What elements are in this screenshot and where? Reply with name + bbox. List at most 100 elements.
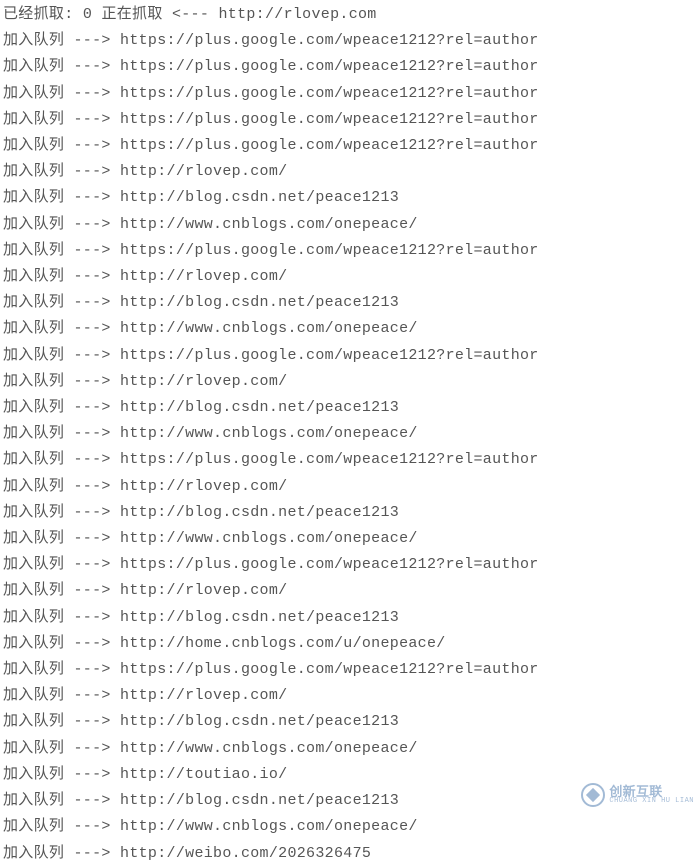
queue-label: 加入队列 ---> — [3, 268, 111, 285]
queue-line: 加入队列 ---> http://blog.csdn.net/peace1213 — [3, 290, 700, 316]
queue-line: 加入队列 ---> http://rlovep.com/ — [3, 474, 700, 500]
queue-url: http://www.cnblogs.com/onepeace/ — [120, 216, 418, 233]
queue-label: 加入队列 ---> — [3, 792, 111, 809]
queue-url: http://weibo.com/2026326475 — [120, 845, 371, 862]
crawling-label: 正在抓取 <--- — [101, 6, 209, 23]
queue-url: http://rlovep.com/ — [120, 163, 287, 180]
queue-line: 加入队列 ---> http://rlovep.com/ — [3, 369, 700, 395]
queue-list: 加入队列 ---> https://plus.google.com/wpeace… — [3, 28, 700, 867]
queue-label: 加入队列 ---> — [3, 399, 111, 416]
queue-label: 加入队列 ---> — [3, 661, 111, 678]
queue-line: 加入队列 ---> http://blog.csdn.net/peace1213 — [3, 709, 700, 735]
queue-label: 加入队列 ---> — [3, 320, 111, 337]
queue-url: http://blog.csdn.net/peace1213 — [120, 504, 399, 521]
queue-line: 加入队列 ---> http://www.cnblogs.com/onepeac… — [3, 212, 700, 238]
queue-line: 加入队列 ---> http://www.cnblogs.com/onepeac… — [3, 736, 700, 762]
queue-label: 加入队列 ---> — [3, 609, 111, 626]
queue-url: http://rlovep.com/ — [120, 268, 287, 285]
queue-label: 加入队列 ---> — [3, 32, 111, 49]
queue-label: 加入队列 ---> — [3, 58, 111, 75]
queue-label: 加入队列 ---> — [3, 845, 111, 862]
queue-url: http://toutiao.io/ — [120, 766, 287, 783]
queue-label: 加入队列 ---> — [3, 111, 111, 128]
queue-label: 加入队列 ---> — [3, 347, 111, 364]
queue-url: http://rlovep.com/ — [120, 687, 287, 704]
queue-url: https://plus.google.com/wpeace1212?rel=a… — [120, 111, 539, 128]
queue-label: 加入队列 ---> — [3, 242, 111, 259]
queue-line: 加入队列 ---> https://plus.google.com/wpeace… — [3, 552, 700, 578]
queue-label: 加入队列 ---> — [3, 163, 111, 180]
queue-line: 加入队列 ---> https://plus.google.com/wpeace… — [3, 28, 700, 54]
crawling-url: http://rlovep.com — [218, 6, 376, 23]
queue-line: 加入队列 ---> http://rlovep.com/ — [3, 578, 700, 604]
queue-line: 加入队列 ---> http://toutiao.io/ — [3, 762, 700, 788]
queue-label: 加入队列 ---> — [3, 189, 111, 206]
queue-line: 加入队列 ---> https://plus.google.com/wpeace… — [3, 133, 700, 159]
queue-label: 加入队列 ---> — [3, 687, 111, 704]
queue-url: https://plus.google.com/wpeace1212?rel=a… — [120, 347, 539, 364]
queue-label: 加入队列 ---> — [3, 137, 111, 154]
queue-url: http://rlovep.com/ — [120, 582, 287, 599]
queue-label: 加入队列 ---> — [3, 818, 111, 835]
queue-url: https://plus.google.com/wpeace1212?rel=a… — [120, 242, 539, 259]
queue-label: 加入队列 ---> — [3, 373, 111, 390]
queue-line: 加入队列 ---> http://home.cnblogs.com/u/onep… — [3, 631, 700, 657]
queue-url: http://www.cnblogs.com/onepeace/ — [120, 320, 418, 337]
queue-label: 加入队列 ---> — [3, 216, 111, 233]
queue-line: 加入队列 ---> https://plus.google.com/wpeace… — [3, 343, 700, 369]
crawl-status-header: 已经抓取: 0 正在抓取 <--- http://rlovep.com — [3, 2, 700, 28]
queue-url: https://plus.google.com/wpeace1212?rel=a… — [120, 137, 539, 154]
queue-url: http://www.cnblogs.com/onepeace/ — [120, 818, 418, 835]
queue-line: 加入队列 ---> http://rlovep.com/ — [3, 159, 700, 185]
queue-line: 加入队列 ---> http://weibo.com/2026326475 — [3, 841, 700, 867]
queue-line: 加入队列 ---> http://www.cnblogs.com/onepeac… — [3, 526, 700, 552]
queue-label: 加入队列 ---> — [3, 478, 111, 495]
queue-url: https://plus.google.com/wpeace1212?rel=a… — [120, 451, 539, 468]
crawled-count: 0 — [83, 6, 92, 23]
queue-line: 加入队列 ---> https://plus.google.com/wpeace… — [3, 81, 700, 107]
queue-line: 加入队列 ---> http://blog.csdn.net/peace1213 — [3, 395, 700, 421]
queue-line: 加入队列 ---> http://www.cnblogs.com/onepeac… — [3, 814, 700, 840]
queue-line: 加入队列 ---> http://rlovep.com/ — [3, 264, 700, 290]
queue-url: http://blog.csdn.net/peace1213 — [120, 294, 399, 311]
queue-url: http://rlovep.com/ — [120, 373, 287, 390]
queue-label: 加入队列 ---> — [3, 425, 111, 442]
queue-line: 加入队列 ---> http://www.cnblogs.com/onepeac… — [3, 316, 700, 342]
queue-line: 加入队列 ---> http://blog.csdn.net/peace1213 — [3, 788, 700, 814]
queue-label: 加入队列 ---> — [3, 582, 111, 599]
queue-label: 加入队列 ---> — [3, 85, 111, 102]
queue-line: 加入队列 ---> http://blog.csdn.net/peace1213 — [3, 500, 700, 526]
queue-line: 加入队列 ---> https://plus.google.com/wpeace… — [3, 447, 700, 473]
queue-label: 加入队列 ---> — [3, 713, 111, 730]
queue-url: https://plus.google.com/wpeace1212?rel=a… — [120, 32, 539, 49]
queue-label: 加入队列 ---> — [3, 451, 111, 468]
queue-label: 加入队列 ---> — [3, 740, 111, 757]
queue-url: http://blog.csdn.net/peace1213 — [120, 713, 399, 730]
queue-line: 加入队列 ---> http://blog.csdn.net/peace1213 — [3, 605, 700, 631]
queue-url: http://www.cnblogs.com/onepeace/ — [120, 425, 418, 442]
queue-url: http://www.cnblogs.com/onepeace/ — [120, 740, 418, 757]
queue-label: 加入队列 ---> — [3, 294, 111, 311]
queue-label: 加入队列 ---> — [3, 504, 111, 521]
queue-url: https://plus.google.com/wpeace1212?rel=a… — [120, 58, 539, 75]
queue-url: https://plus.google.com/wpeace1212?rel=a… — [120, 85, 539, 102]
crawled-label: 已经抓取: — [3, 6, 83, 23]
queue-label: 加入队列 ---> — [3, 635, 111, 652]
queue-line: 加入队列 ---> https://plus.google.com/wpeace… — [3, 238, 700, 264]
queue-line: 加入队列 ---> https://plus.google.com/wpeace… — [3, 107, 700, 133]
queue-line: 加入队列 ---> http://www.cnblogs.com/onepeac… — [3, 421, 700, 447]
queue-label: 加入队列 ---> — [3, 766, 111, 783]
queue-url: https://plus.google.com/wpeace1212?rel=a… — [120, 556, 539, 573]
queue-line: 加入队列 ---> http://rlovep.com/ — [3, 683, 700, 709]
queue-line: 加入队列 ---> https://plus.google.com/wpeace… — [3, 54, 700, 80]
queue-line: 加入队列 ---> http://blog.csdn.net/peace1213 — [3, 185, 700, 211]
queue-url: http://blog.csdn.net/peace1213 — [120, 609, 399, 626]
queue-url: http://rlovep.com/ — [120, 478, 287, 495]
queue-url: https://plus.google.com/wpeace1212?rel=a… — [120, 661, 539, 678]
queue-url: http://home.cnblogs.com/u/onepeace/ — [120, 635, 446, 652]
queue-label: 加入队列 ---> — [3, 556, 111, 573]
queue-url: http://www.cnblogs.com/onepeace/ — [120, 530, 418, 547]
queue-line: 加入队列 ---> https://plus.google.com/wpeace… — [3, 657, 700, 683]
queue-label: 加入队列 ---> — [3, 530, 111, 547]
queue-url: http://blog.csdn.net/peace1213 — [120, 792, 399, 809]
